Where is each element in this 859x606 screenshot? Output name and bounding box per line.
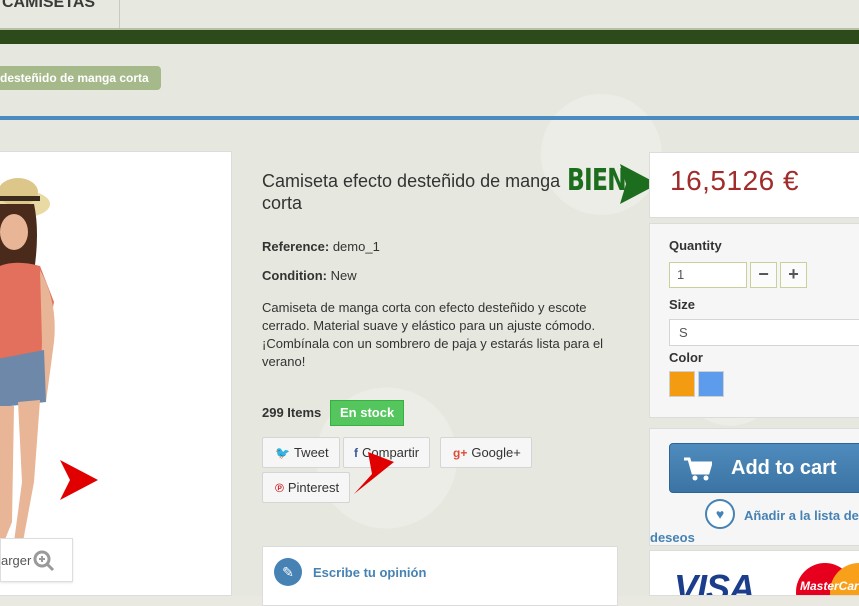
heart-icon[interactable]: ♥ [705,499,735,529]
section-divider [0,116,859,120]
pinterest-icon: ℗ [275,481,284,495]
write-review-box[interactable]: ✎ Escribe tu opinión [262,546,618,606]
product-description: Camiseta de manga corta con efecto deste… [262,300,604,369]
wishlist-link-continued[interactable]: deseos [650,530,695,545]
product-image-panel[interactable] [0,151,232,596]
mastercard-logo-text: MasterCard [800,579,859,593]
red-arrow-icon [354,452,394,494]
color-swatch-blue[interactable] [698,371,724,397]
menu-item-camisetas[interactable]: CAMISETAS [0,0,120,28]
tweet-button[interactable]: 🐦 Tweet [262,437,340,468]
color-swatch-orange[interactable] [669,371,695,397]
reference-label: Reference: [262,239,330,254]
cart-icon [684,457,712,481]
red-arrow-icon [60,460,98,500]
write-review-link[interactable]: Escribe tu opinión [313,565,426,580]
add-to-cart-label: Add to cart [731,457,837,479]
payment-logos: VISA MasterCard [649,550,859,596]
breadcrumb[interactable]: desteñido de manga corta [0,66,161,90]
cart-area: Add to cart [649,428,859,546]
reference-line: Reference: demo_1 [262,239,380,254]
zoom-icon [33,550,55,572]
price-box: 16,5126 € [649,152,859,218]
face [0,214,28,250]
top-dark-bar [0,30,859,44]
size-label: Size [669,297,696,312]
google-plus-button[interactable]: g+ Google+ [440,437,532,468]
visa-logo: VISA [674,567,755,596]
condition-line: Condition: New [262,268,357,283]
quantity-label: Quantity [669,238,722,253]
shorts [0,350,46,408]
enlarge-label: arger [1,553,32,568]
google-plus-icon: g+ [453,446,468,460]
product-title: Camiseta efecto desteñido de manga corta [262,171,561,213]
top-menu: CAMISETAS [0,0,859,30]
annotation-bien: BIEN [567,163,627,198]
pinterest-label: Pinterest [287,480,340,495]
quantity-input[interactable]: 1 [669,262,747,288]
reference-value: demo_1 [332,239,380,254]
items-count: 299 Items [262,405,322,420]
wishlist-link[interactable]: Añadir a la lista de [744,508,859,523]
stock-badge: En stock [330,400,405,426]
pencil-icon: ✎ [274,558,302,586]
product-photo [0,178,55,547]
product-options: Quantity 1 − + Size S Color [649,223,859,418]
condition-label: Condition: [262,268,327,283]
condition-value: New [330,268,357,283]
google-label: Google+ [471,445,521,460]
quantity-minus-button[interactable]: − [750,262,777,288]
quantity-plus-button[interactable]: + [780,262,807,288]
color-label: Color [669,350,703,365]
tweet-label: Tweet [293,445,329,460]
twitter-icon: 🐦 [275,446,290,460]
enlarge-button[interactable]: arger [0,538,73,582]
pinterest-button[interactable]: ℗ Pinterest [262,472,351,503]
product-price: 16,5126 € [670,165,800,196]
add-to-cart-button[interactable]: Add to cart [669,443,859,493]
size-select[interactable]: S [669,319,859,346]
